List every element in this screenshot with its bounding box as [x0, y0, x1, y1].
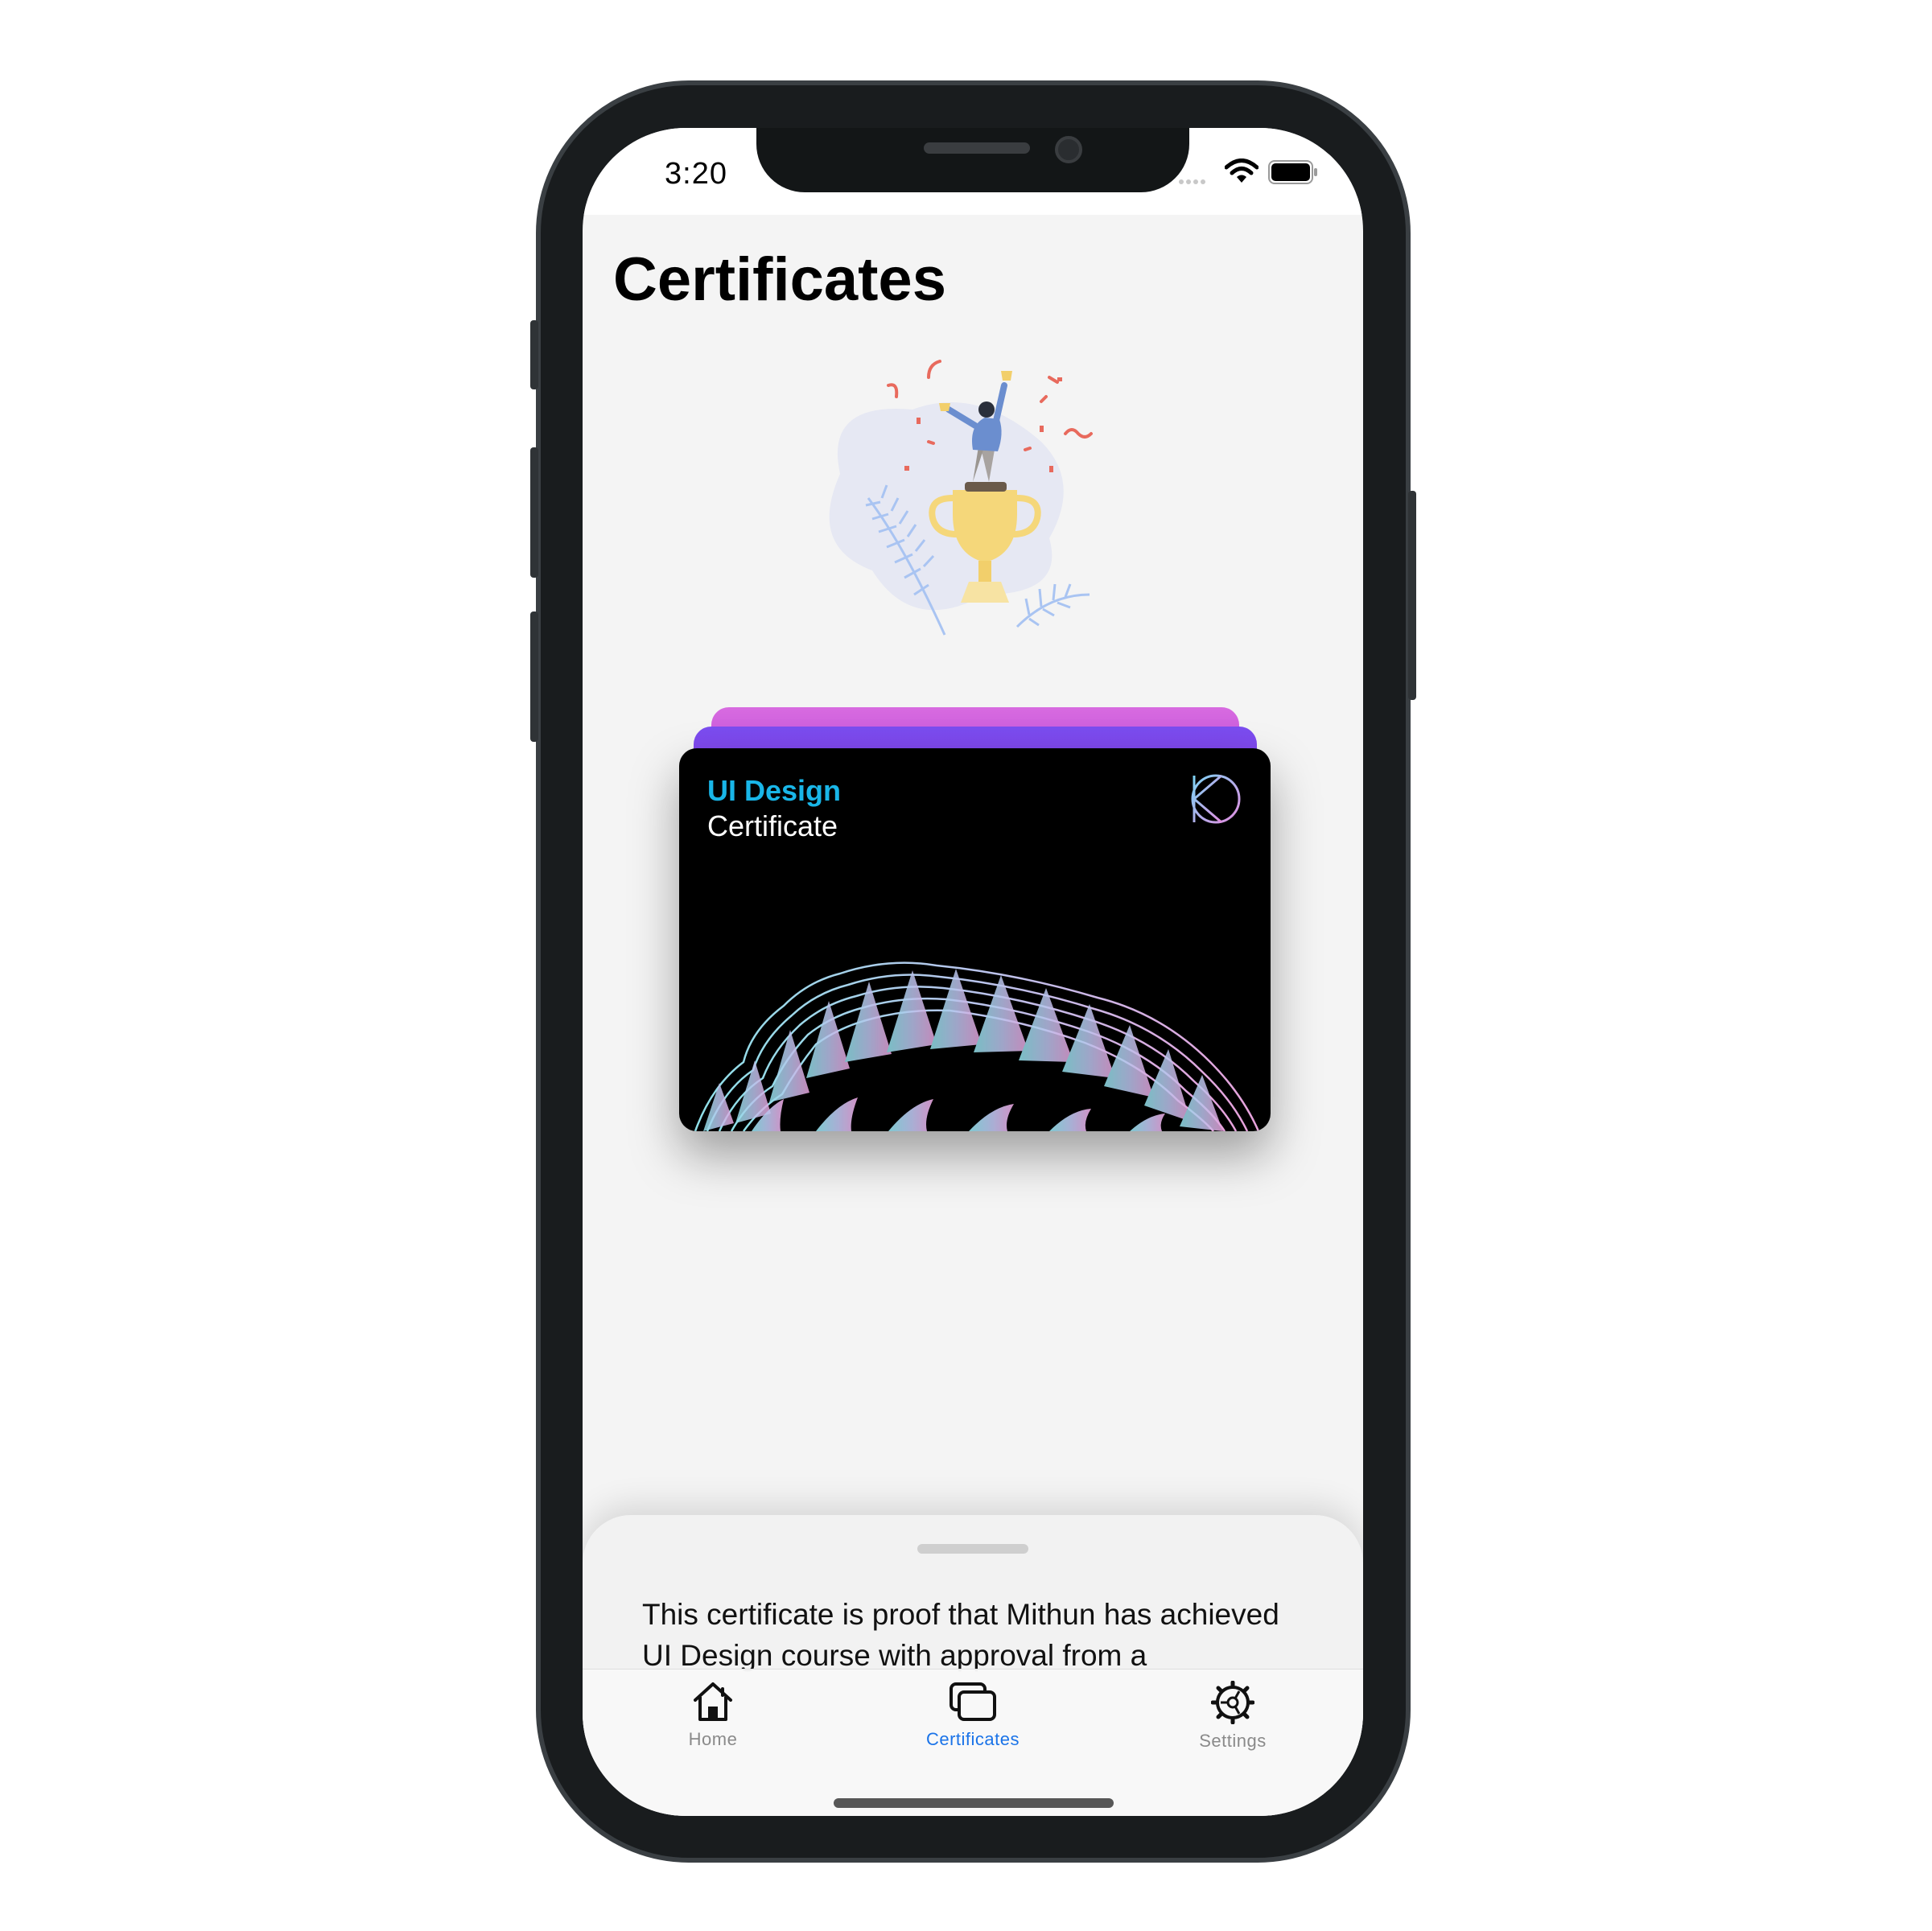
page-title: Certificates	[613, 245, 946, 314]
k-logo-icon	[1191, 774, 1241, 824]
home-indicator[interactable]	[834, 1798, 1114, 1808]
battery-icon	[1268, 160, 1317, 184]
certificate-title: UI Design	[707, 774, 842, 807]
volume-up-button	[530, 447, 538, 578]
front-camera	[1055, 136, 1082, 163]
speaker	[924, 142, 1030, 154]
tab-settings[interactable]: Settings	[1152, 1681, 1313, 1752]
signal-icon	[1179, 179, 1205, 184]
tab-settings-label: Settings	[1199, 1731, 1267, 1751]
volume-down-button	[530, 611, 538, 742]
sheet-drag-handle[interactable]	[917, 1544, 1028, 1554]
tab-certificates-label: Certificates	[925, 1729, 1020, 1749]
power-button	[1408, 491, 1416, 700]
status-time: 3:20	[665, 157, 727, 191]
screen: 3:20 Certificates UI Design Certificate …	[583, 128, 1363, 1816]
tab-home[interactable]: Home	[632, 1681, 793, 1750]
trophy-illustration	[829, 360, 1093, 636]
wave-art	[694, 961, 1260, 1131]
notch	[756, 128, 1189, 192]
certificate-subtitle: Certificate	[707, 809, 838, 842]
silent-switch	[530, 320, 538, 389]
tab-bar: Home Certificates Settings	[583, 1669, 1363, 1816]
house-icon	[694, 1682, 732, 1721]
tab-home-label: Home	[688, 1729, 738, 1749]
certificate-description: This certificate is proof that Mithun ha…	[642, 1598, 1279, 1672]
gear-icon	[1211, 1681, 1254, 1724]
rectangle-stack-icon	[950, 1682, 996, 1721]
certificate-card[interactable]: UI Design Certificate	[679, 748, 1271, 1131]
status-bar: 3:20	[583, 128, 1363, 215]
wifi-icon	[1225, 159, 1258, 183]
tab-certificates[interactable]: Certificates	[892, 1681, 1053, 1750]
certificate-stack[interactable]: UI Design Certificate	[679, 707, 1271, 1142]
